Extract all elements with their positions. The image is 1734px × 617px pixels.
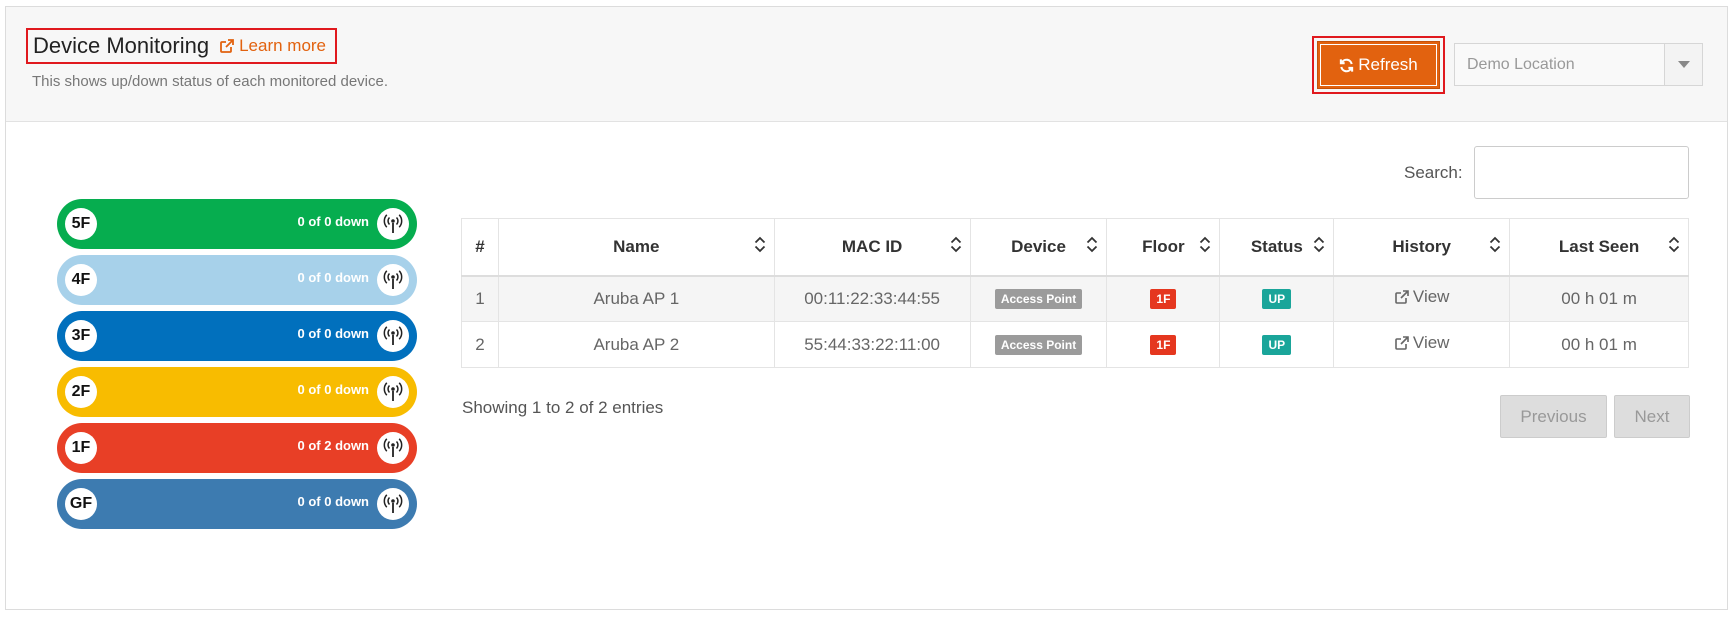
status-badge: UP xyxy=(1262,289,1292,310)
floor-tag: 1F xyxy=(1150,335,1177,355)
entries-summary: Showing 1 to 2 of 2 entries xyxy=(462,398,664,417)
last-seen: 00 h 01 m xyxy=(1509,275,1689,322)
table-row: 2 Aruba AP 2 55:44:33:22:11:00 Access Po… xyxy=(461,321,1689,368)
floor-down-count: 0 of 2 down xyxy=(297,438,370,453)
floor-pill-gf[interactable]: GF 0 of 0 down xyxy=(57,479,417,529)
caret-down-icon[interactable] xyxy=(1664,44,1702,85)
sort-icon xyxy=(754,235,766,258)
column-header-number[interactable]: # xyxy=(461,218,499,277)
history-view-label: View xyxy=(1412,333,1450,352)
history-view-label: View xyxy=(1412,287,1450,307)
floor-label: GF xyxy=(65,488,97,520)
table-row: 1 Aruba AP 1 00:11:22:33:44:55 Access Po… xyxy=(461,275,1689,322)
row-number: 2 xyxy=(461,321,499,368)
floor-label: 4F xyxy=(65,264,97,296)
column-header-last-seen[interactable]: Last Seen xyxy=(1509,218,1689,277)
floor-tag: 1F xyxy=(1150,289,1177,310)
sort-icon xyxy=(1086,235,1098,258)
floor-list: 5F 0 of 0 down 4F 0 of 0 down 3F 0 of 0 … xyxy=(57,199,417,535)
location-select[interactable]: Demo Location xyxy=(1454,43,1703,86)
device-type-cell: Access Point xyxy=(969,275,1108,322)
sort-icon xyxy=(950,235,962,258)
next-page-button[interactable]: Next xyxy=(1614,395,1690,438)
sort-icon xyxy=(1489,235,1501,258)
external-link-icon xyxy=(220,39,234,53)
floor-pill-3f[interactable]: 3F 0 of 0 down xyxy=(57,311,417,361)
mac-id: 00:11:22:33:44:55 xyxy=(773,275,971,322)
page-title: Device Monitoring xyxy=(33,33,210,58)
device-name: Aruba AP 2 xyxy=(497,321,775,368)
table-header-row: # Name MAC ID Device Floor Status Histor… xyxy=(461,218,1689,277)
panel-header: Device Monitoring Learn more This shows … xyxy=(6,7,1727,122)
floor-cell: 1F xyxy=(1106,275,1221,322)
wifi-antenna-icon xyxy=(377,376,409,408)
previous-page-button[interactable]: Previous xyxy=(1500,395,1607,438)
last-seen: 00 h 01 m xyxy=(1509,321,1689,368)
location-select-value: Demo Location xyxy=(1467,55,1575,73)
device-name: Aruba AP 1 xyxy=(497,275,775,322)
wifi-antenna-icon xyxy=(377,320,409,352)
row-number: 1 xyxy=(461,275,499,322)
floor-label: 2F xyxy=(65,376,97,408)
external-link-icon xyxy=(1395,336,1409,350)
floor-pill-5f[interactable]: 5F 0 of 0 down xyxy=(57,199,417,249)
status-badge: UP xyxy=(1262,335,1292,355)
sort-icon xyxy=(1199,235,1211,258)
floor-down-count: 0 of 0 down xyxy=(297,326,370,341)
floor-down-count: 0 of 0 down xyxy=(297,382,370,397)
search-input[interactable] xyxy=(1474,146,1689,199)
refresh-label: Refresh xyxy=(1358,55,1418,74)
learn-more-link[interactable]: Learn more xyxy=(219,36,326,56)
column-header-floor[interactable]: Floor xyxy=(1106,218,1221,277)
wifi-antenna-icon xyxy=(377,488,409,520)
wifi-antenna-icon xyxy=(377,208,409,240)
floor-pill-2f[interactable]: 2F 0 of 0 down xyxy=(57,367,417,417)
title-highlight: Device Monitoring Learn more xyxy=(26,28,337,64)
floor-label: 3F xyxy=(65,320,97,352)
column-header-status[interactable]: Status xyxy=(1219,218,1335,277)
refresh-icon xyxy=(1340,58,1354,72)
sort-icon xyxy=(1668,235,1680,258)
history-cell: View xyxy=(1333,275,1511,322)
page-subtitle: This shows up/down status of each monito… xyxy=(32,73,389,90)
refresh-button[interactable]: Refresh xyxy=(1317,41,1440,89)
column-header-device[interactable]: Device xyxy=(969,218,1108,277)
wifi-antenna-icon xyxy=(377,264,409,296)
status-cell: UP xyxy=(1219,321,1335,368)
history-view-link[interactable]: View xyxy=(1394,287,1450,307)
devices-table: # Name MAC ID Device Floor Status Histor… xyxy=(461,218,1689,368)
learn-more-label: Learn more xyxy=(239,36,327,55)
column-header-mac-id[interactable]: MAC ID xyxy=(773,218,971,277)
floor-down-count: 0 of 0 down xyxy=(297,214,370,229)
status-cell: UP xyxy=(1219,275,1335,322)
column-header-history[interactable]: History xyxy=(1333,218,1511,277)
mac-id: 55:44:33:22:11:00 xyxy=(773,321,971,368)
device-type-cell: Access Point xyxy=(969,321,1108,368)
device-type-tag: Access Point xyxy=(994,335,1083,355)
history-cell: View xyxy=(1333,321,1511,368)
search-label: Search: xyxy=(1404,163,1463,182)
floor-cell: 1F xyxy=(1106,321,1221,368)
wifi-antenna-icon xyxy=(377,432,409,464)
floor-down-count: 0 of 0 down xyxy=(297,494,370,509)
sort-icon xyxy=(1313,235,1325,258)
floor-down-count: 0 of 0 down xyxy=(297,270,370,285)
external-link-icon xyxy=(1395,290,1409,305)
refresh-highlight: Refresh xyxy=(1312,36,1445,94)
floor-label: 5F xyxy=(65,208,97,240)
floor-pill-1f[interactable]: 1F 0 of 2 down xyxy=(57,423,417,473)
history-view-link[interactable]: View xyxy=(1394,333,1450,353)
column-header-name[interactable]: Name xyxy=(497,218,775,277)
device-type-tag: Access Point xyxy=(994,289,1083,310)
floor-pill-4f[interactable]: 4F 0 of 0 down xyxy=(57,255,417,305)
floor-label: 1F xyxy=(65,432,97,464)
